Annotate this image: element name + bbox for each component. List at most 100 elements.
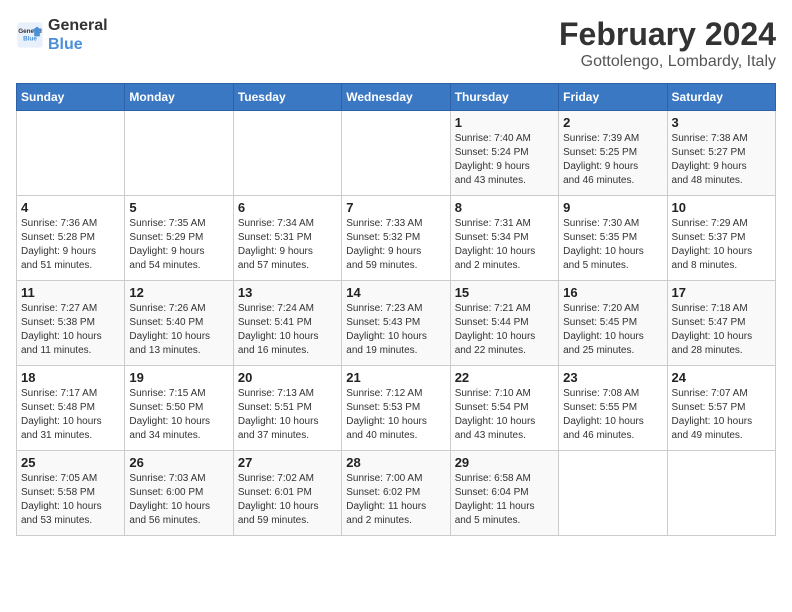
calendar-cell: 22 Sunrise: 7:10 AMSunset: 5:54 PMDayligh… xyxy=(450,366,558,451)
day-number: 6 xyxy=(238,200,337,215)
calendar-cell: 11 Sunrise: 7:27 AMSunset: 5:38 PMDayligh… xyxy=(17,281,125,366)
header-monday: Monday xyxy=(125,84,233,111)
calendar-cell: 5 Sunrise: 7:35 AMSunset: 5:29 PMDaylight… xyxy=(125,196,233,281)
day-info: Sunrise: 7:34 AMSunset: 5:31 PMDaylight:… xyxy=(238,217,337,273)
day-info: Sunrise: 7:07 AMSunset: 5:57 PMDaylight:… xyxy=(672,387,771,443)
calendar-cell: 20 Sunrise: 7:13 AMSunset: 5:51 PMDayligh… xyxy=(233,366,341,451)
day-info: Sunrise: 7:05 AMSunset: 5:58 PMDaylight:… xyxy=(21,472,120,528)
day-info: Sunrise: 7:35 AMSunset: 5:29 PMDaylight:… xyxy=(129,217,228,273)
calendar-cell: 26 Sunrise: 7:03 AMSunset: 6:00 PMDayligh… xyxy=(125,451,233,536)
calendar-cell: 10Sunrise: 7:29 AMSunset: 5:37 PMDayligh… xyxy=(667,196,775,281)
calendar-cell: 28 Sunrise: 7:00 AMSunset: 6:02 PMDayligh… xyxy=(342,451,450,536)
day-number: 21 xyxy=(346,370,445,385)
day-info: Sunrise: 7:10 AMSunset: 5:54 PMDaylight:… xyxy=(455,387,554,443)
calendar-cell: 12 Sunrise: 7:26 AMSunset: 5:40 PMDayligh… xyxy=(125,281,233,366)
day-number: 18 xyxy=(21,370,120,385)
day-number: 20 xyxy=(238,370,337,385)
day-number: 2 xyxy=(563,115,662,130)
header-sunday: Sunday xyxy=(17,84,125,111)
day-number: 14 xyxy=(346,285,445,300)
day-info: Sunrise: 7:15 AMSunset: 5:50 PMDaylight:… xyxy=(129,387,228,443)
day-number: 8 xyxy=(455,200,554,215)
day-number: 28 xyxy=(346,455,445,470)
day-info: Sunrise: 7:18 AMSunset: 5:47 PMDaylight:… xyxy=(672,302,771,358)
day-info: Sunrise: 7:00 AMSunset: 6:02 PMDaylight:… xyxy=(346,472,445,528)
calendar-cell xyxy=(559,451,667,536)
calendar-cell: 7 Sunrise: 7:33 AMSunset: 5:32 PMDaylight… xyxy=(342,196,450,281)
day-number: 13 xyxy=(238,285,337,300)
day-number: 19 xyxy=(129,370,228,385)
calendar-body: 1 Sunrise: 7:40 AMSunset: 5:24 PMDaylight… xyxy=(17,111,776,536)
day-number: 22 xyxy=(455,370,554,385)
calendar-cell: 23 Sunrise: 7:08 AMSunset: 5:55 PMDayligh… xyxy=(559,366,667,451)
day-number: 5 xyxy=(129,200,228,215)
calendar-cell: 1 Sunrise: 7:40 AMSunset: 5:24 PMDaylight… xyxy=(450,111,558,196)
logo-general: General xyxy=(48,16,108,35)
day-info: Sunrise: 7:31 AMSunset: 5:34 PMDaylight:… xyxy=(455,217,554,273)
logo-blue: Blue xyxy=(48,35,108,54)
day-info: Sunrise: 7:39 AMSunset: 5:25 PMDaylight:… xyxy=(563,132,662,188)
day-number: 11 xyxy=(21,285,120,300)
day-number: 29 xyxy=(455,455,554,470)
page-header: General Blue General Blue February 2024 … xyxy=(16,16,776,71)
calendar-cell xyxy=(17,111,125,196)
day-info: Sunrise: 7:36 AMSunset: 5:28 PMDaylight:… xyxy=(21,217,120,273)
calendar-cell: 24 Sunrise: 7:07 AMSunset: 5:57 PMDayligh… xyxy=(667,366,775,451)
day-info: Sunrise: 7:30 AMSunset: 5:35 PMDaylight:… xyxy=(563,217,662,273)
week-row-3: 11 Sunrise: 7:27 AMSunset: 5:38 PMDayligh… xyxy=(17,281,776,366)
calendar-cell: 15 Sunrise: 7:21 AMSunset: 5:44 PMDayligh… xyxy=(450,281,558,366)
svg-text:Blue: Blue xyxy=(23,36,37,43)
day-number: 3 xyxy=(672,115,771,130)
calendar-cell: 17 Sunrise: 7:18 AMSunset: 5:47 PMDayligh… xyxy=(667,281,775,366)
day-info: Sunrise: 7:17 AMSunset: 5:48 PMDaylight:… xyxy=(21,387,120,443)
calendar-cell xyxy=(667,451,775,536)
day-info: Sunrise: 7:03 AMSunset: 6:00 PMDaylight:… xyxy=(129,472,228,528)
calendar-cell: 8 Sunrise: 7:31 AMSunset: 5:34 PMDaylight… xyxy=(450,196,558,281)
calendar-cell: 14 Sunrise: 7:23 AMSunset: 5:43 PMDayligh… xyxy=(342,281,450,366)
logo: General Blue General Blue xyxy=(16,16,108,54)
day-info: Sunrise: 7:21 AMSunset: 5:44 PMDaylight:… xyxy=(455,302,554,358)
calendar-cell: 2 Sunrise: 7:39 AMSunset: 5:25 PMDaylight… xyxy=(559,111,667,196)
logo-icon: General Blue xyxy=(16,21,44,49)
day-info: Sunrise: 6:58 AMSunset: 6:04 PMDaylight:… xyxy=(455,472,554,528)
title-block: February 2024 Gottolengo, Lombardy, Ital… xyxy=(559,16,776,71)
day-number: 25 xyxy=(21,455,120,470)
calendar-cell: 4Sunrise: 7:36 AMSunset: 5:28 PMDaylight… xyxy=(17,196,125,281)
calendar-cell: 25 Sunrise: 7:05 AMSunset: 5:58 PMDayligh… xyxy=(17,451,125,536)
day-info: Sunrise: 7:40 AMSunset: 5:24 PMDaylight:… xyxy=(455,132,554,188)
day-info: Sunrise: 7:08 AMSunset: 5:55 PMDaylight:… xyxy=(563,387,662,443)
day-number: 24 xyxy=(672,370,771,385)
day-info: Sunrise: 7:26 AMSunset: 5:40 PMDaylight:… xyxy=(129,302,228,358)
day-number: 10 xyxy=(672,200,771,215)
day-number: 1 xyxy=(455,115,554,130)
day-info: Sunrise: 7:27 AMSunset: 5:38 PMDaylight:… xyxy=(21,302,120,358)
day-number: 16 xyxy=(563,285,662,300)
week-row-1: 1 Sunrise: 7:40 AMSunset: 5:24 PMDaylight… xyxy=(17,111,776,196)
calendar-cell xyxy=(233,111,341,196)
header-wednesday: Wednesday xyxy=(342,84,450,111)
day-number: 23 xyxy=(563,370,662,385)
day-info: Sunrise: 7:33 AMSunset: 5:32 PMDaylight:… xyxy=(346,217,445,273)
day-number: 17 xyxy=(672,285,771,300)
header-thursday: Thursday xyxy=(450,84,558,111)
month-year-title: February 2024 xyxy=(559,16,776,53)
calendar-table: SundayMondayTuesdayWednesdayThursdayFrid… xyxy=(16,83,776,536)
week-row-5: 25 Sunrise: 7:05 AMSunset: 5:58 PMDayligh… xyxy=(17,451,776,536)
day-number: 12 xyxy=(129,285,228,300)
day-number: 7 xyxy=(346,200,445,215)
day-info: Sunrise: 7:12 AMSunset: 5:53 PMDaylight:… xyxy=(346,387,445,443)
calendar-cell: 29 Sunrise: 6:58 AMSunset: 6:04 PMDayligh… xyxy=(450,451,558,536)
day-number: 15 xyxy=(455,285,554,300)
day-info: Sunrise: 7:02 AMSunset: 6:01 PMDaylight:… xyxy=(238,472,337,528)
day-info: Sunrise: 7:20 AMSunset: 5:45 PMDaylight:… xyxy=(563,302,662,358)
day-number: 9 xyxy=(563,200,662,215)
day-info: Sunrise: 7:38 AMSunset: 5:27 PMDaylight:… xyxy=(672,132,771,188)
calendar-cell: 18 Sunrise: 7:17 AMSunset: 5:48 PMDayligh… xyxy=(17,366,125,451)
calendar-cell: 21 Sunrise: 7:12 AMSunset: 5:53 PMDayligh… xyxy=(342,366,450,451)
header-tuesday: Tuesday xyxy=(233,84,341,111)
calendar-cell xyxy=(342,111,450,196)
day-info: Sunrise: 7:23 AMSunset: 5:43 PMDaylight:… xyxy=(346,302,445,358)
day-number: 26 xyxy=(129,455,228,470)
day-info: Sunrise: 7:13 AMSunset: 5:51 PMDaylight:… xyxy=(238,387,337,443)
calendar-cell: 6 Sunrise: 7:34 AMSunset: 5:31 PMDaylight… xyxy=(233,196,341,281)
